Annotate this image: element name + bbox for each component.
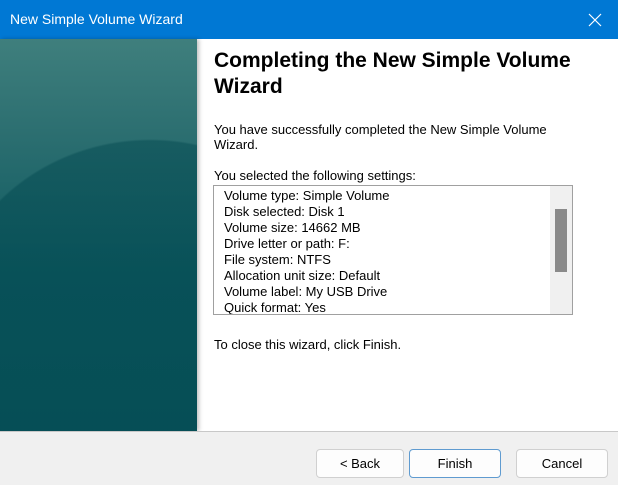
cancel-button[interactable]: Cancel: [516, 449, 608, 478]
wizard-side-banner: [0, 39, 197, 431]
list-item: Volume type: Simple Volume: [224, 188, 390, 203]
title-bar: New Simple Volume Wizard: [0, 0, 618, 39]
page-title: Completing the New Simple Volume Wizard: [214, 49, 571, 98]
button-bar: < Back Finish Cancel: [0, 431, 618, 485]
settings-list[interactable]: Volume type: Simple Volume Disk selected…: [213, 185, 573, 315]
close-icon: [588, 13, 602, 26]
finish-button[interactable]: Finish: [409, 449, 501, 478]
close-instructions: To close this wizard, click Finish.: [214, 337, 402, 352]
window-title: New Simple Volume Wizard: [10, 11, 183, 27]
settings-label: You selected the following settings:: [214, 168, 416, 183]
scrollbar[interactable]: [550, 186, 572, 314]
back-button[interactable]: < Back: [316, 449, 404, 478]
list-item: Quick format: Yes: [224, 300, 326, 315]
scrollbar-thumb[interactable]: [555, 209, 567, 272]
list-item: Disk selected: Disk 1: [224, 204, 345, 219]
list-item: Volume size: 14662 MB: [224, 220, 361, 235]
list-item: Volume label: My USB Drive: [224, 284, 388, 299]
success-text: You have successfully completed the New …: [214, 122, 547, 152]
close-button[interactable]: [572, 0, 618, 39]
list-item: Allocation unit size: Default: [224, 268, 381, 283]
list-item: File system: NTFS: [224, 252, 331, 267]
list-item: Drive letter or path: F:: [224, 236, 350, 251]
